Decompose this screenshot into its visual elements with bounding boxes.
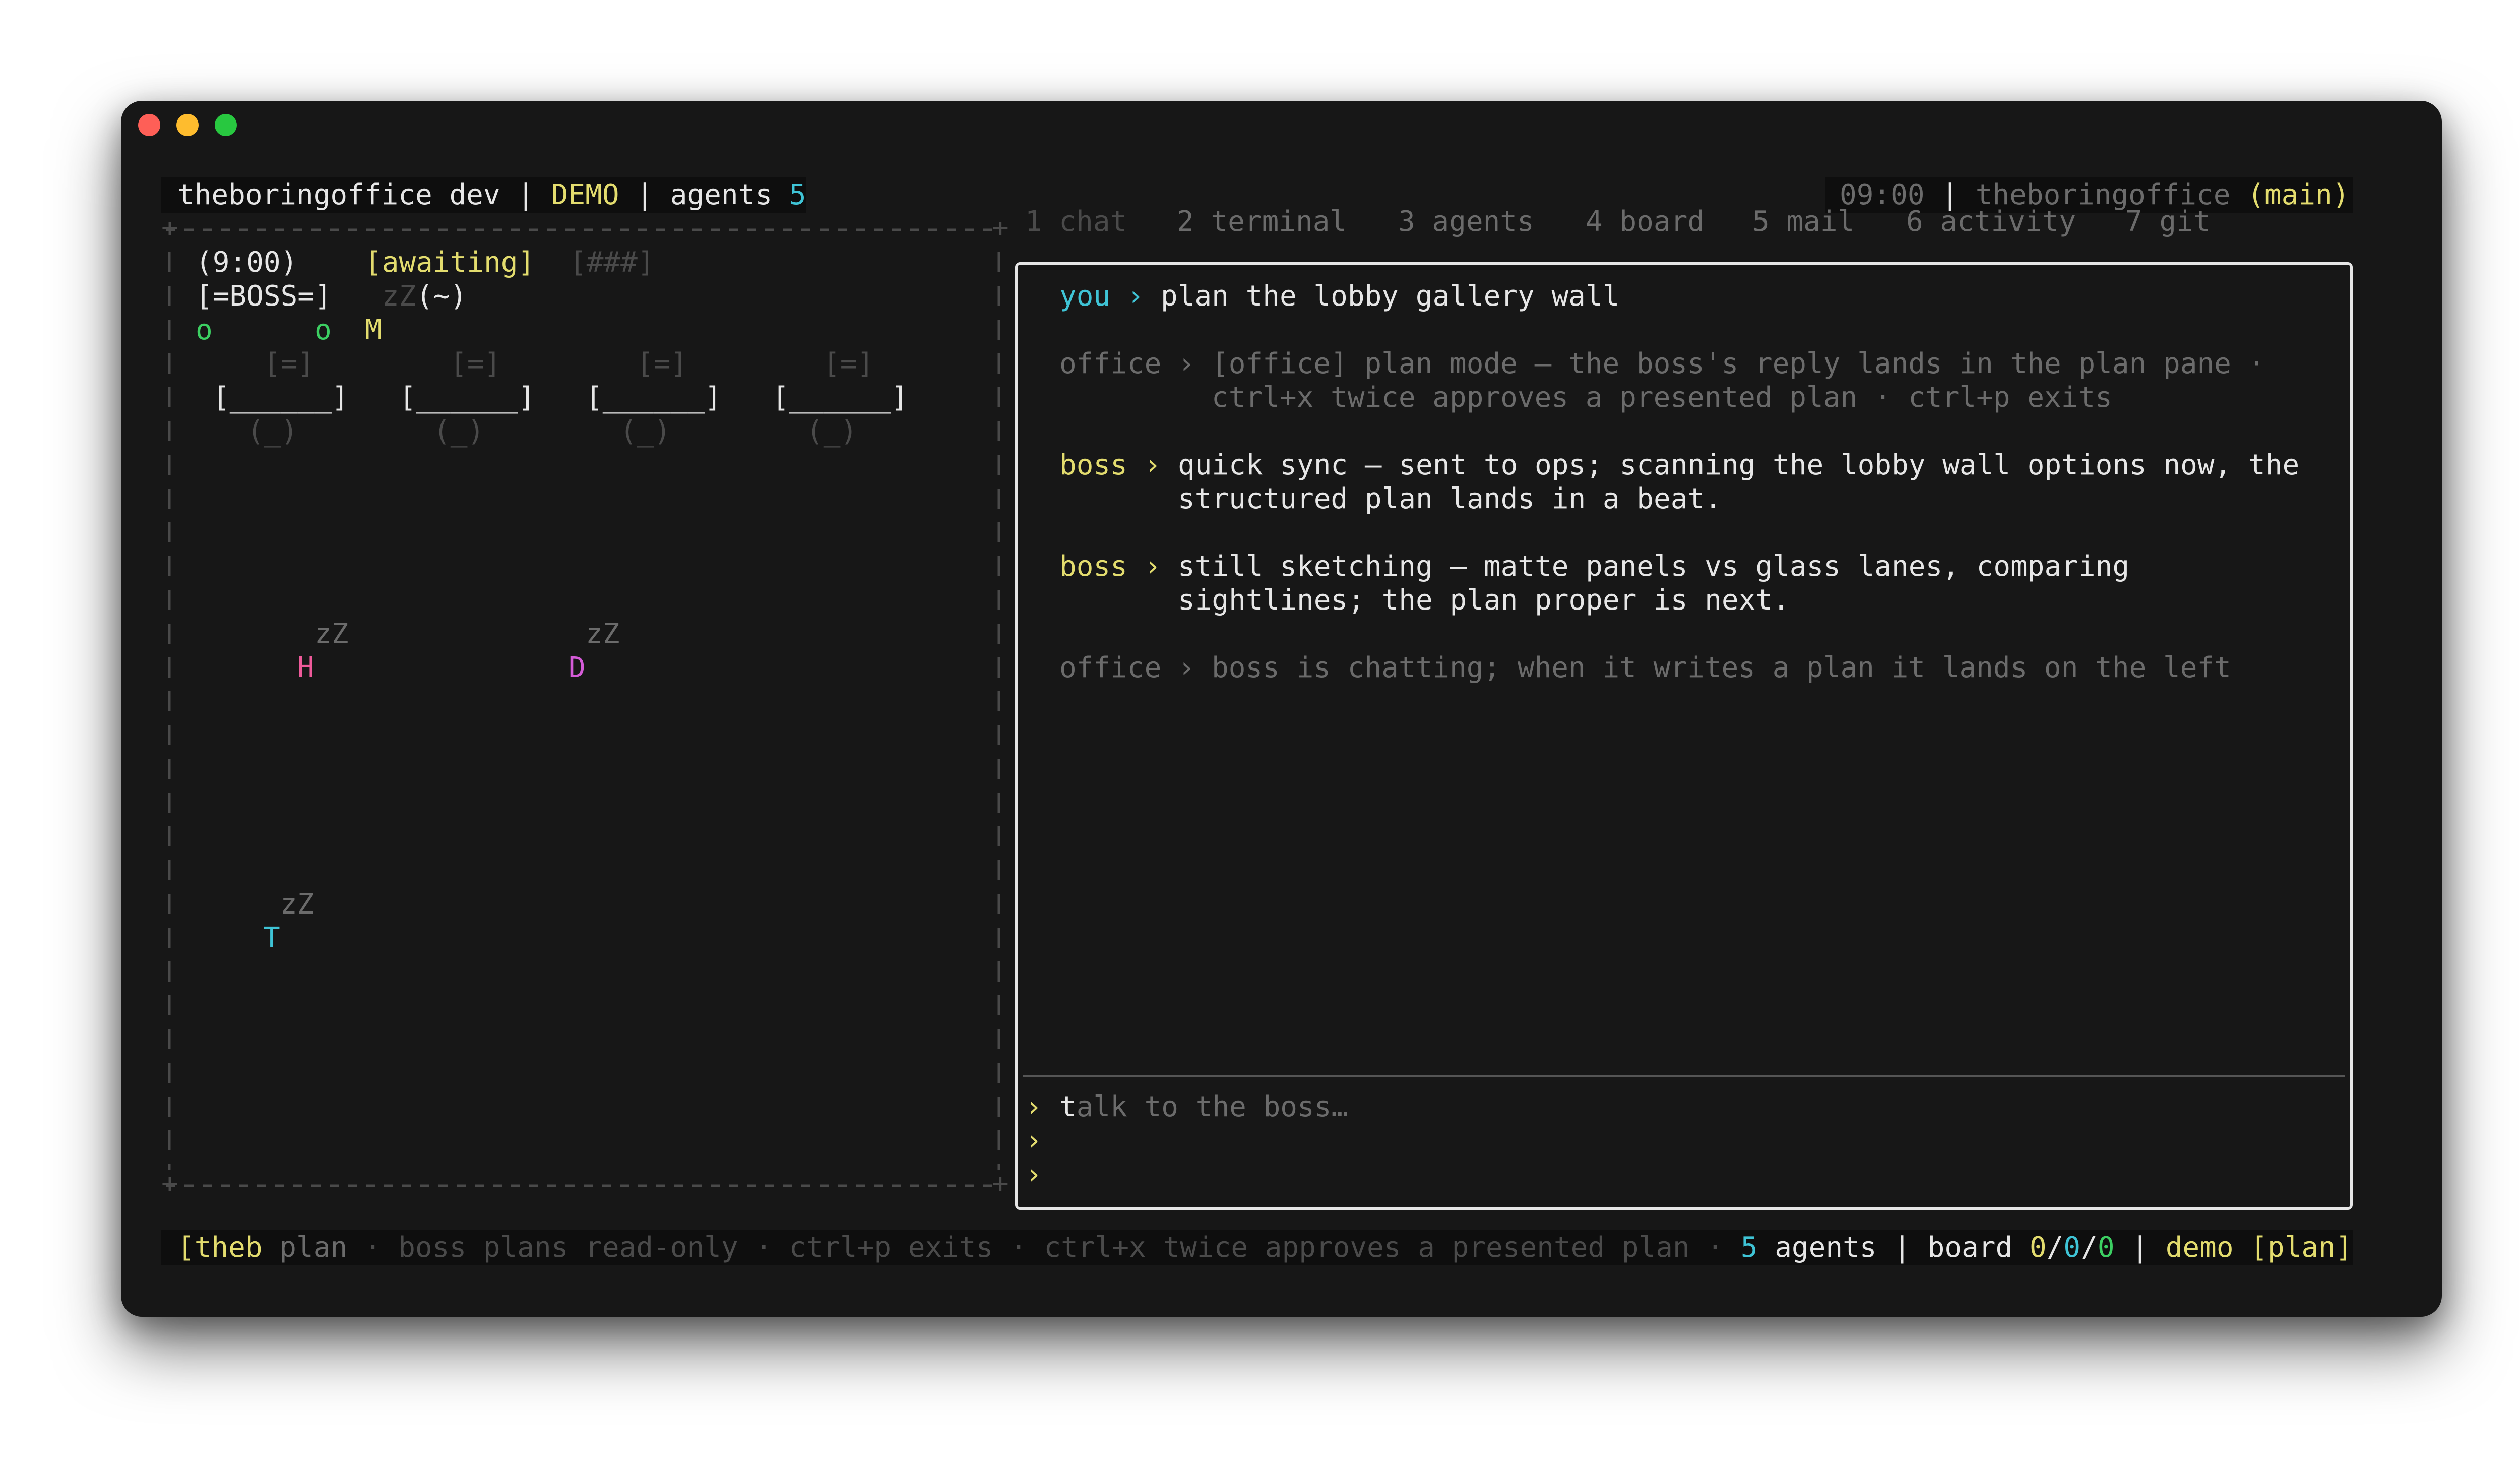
- message-text: boss is chatting; when it writes a plan …: [1212, 651, 2231, 684]
- tab-activity[interactable]: 6 activity: [1906, 205, 2076, 238]
- terminal-window: theboringoffice dev | DEMO | agents 5 09…: [121, 101, 2442, 1317]
- agent-t: T: [263, 922, 280, 954]
- message-arrow: ›: [1127, 280, 1144, 313]
- monitor-1: [=]: [264, 347, 315, 380]
- message-arrow: ›: [1144, 449, 1161, 481]
- tab-mail[interactable]: 5 mail: [1752, 205, 1854, 238]
- maximize-window-button[interactable]: [215, 114, 237, 136]
- input-placeholder: alk to the boss…: [1076, 1090, 1349, 1123]
- desk-3: [______]: [586, 381, 722, 414]
- board-count-c: 0: [2097, 1231, 2115, 1264]
- header-sep: |: [500, 178, 551, 211]
- message-text: structured plan lands in a beat.: [1178, 482, 1722, 515]
- message-text: ctrl+x twice approves a presented plan ·…: [1212, 381, 2112, 414]
- minimize-window-button[interactable]: [176, 114, 199, 136]
- board-slash: /: [2046, 1231, 2064, 1264]
- chair-1: (_): [247, 415, 298, 448]
- status-hint: · boss plans read-only · ctrl+p exits · …: [347, 1231, 1741, 1264]
- message-speaker: boss: [1059, 550, 1127, 583]
- tab-board[interactable]: 4 board: [1586, 205, 1705, 238]
- office-time: (9:00): [196, 246, 298, 279]
- boss-sleep-icon: zZ: [382, 280, 416, 313]
- board-count-b: 0: [2063, 1231, 2081, 1264]
- agent-count: 5: [789, 178, 806, 211]
- agent-o-2: o: [314, 314, 332, 346]
- status-badge: [theb: [177, 1231, 263, 1264]
- svg-text:+: +: [992, 1167, 1009, 1195]
- agent-m: M: [365, 314, 382, 346]
- message-speaker: office: [1059, 347, 1162, 380]
- tab-git[interactable]: 7 git: [2125, 205, 2211, 238]
- status-bar-text: [theb plan · boss plans read-only · ctrl…: [177, 1231, 2353, 1264]
- chair-4: (_): [806, 415, 858, 448]
- desk-1: [______]: [213, 381, 349, 414]
- monitor-2: [=]: [450, 347, 501, 380]
- sleep-icon-t: zZ: [280, 888, 314, 921]
- svg-text:+: +: [992, 222, 1009, 244]
- mode-label: DEMO: [551, 178, 619, 211]
- boss-desk: [=BOSS=]: [196, 280, 332, 313]
- svg-text:+: +: [161, 222, 178, 244]
- agents-label: | agents: [619, 178, 789, 211]
- board-slash: /: [2081, 1231, 2098, 1264]
- desk-2: [______]: [399, 381, 535, 414]
- chair-3: (_): [620, 415, 671, 448]
- office-status: [awaiting]: [365, 246, 535, 279]
- sleep-icon-h: zZ: [314, 618, 349, 650]
- prompt-arrow: ›: [1025, 1158, 1042, 1191]
- status-agent-count: 5: [1740, 1231, 1758, 1264]
- tab-chat[interactable]: 1 chat: [1025, 205, 1127, 238]
- tab-agents[interactable]: 3 agents: [1398, 205, 1534, 238]
- status-sep: |: [2114, 1231, 2166, 1264]
- chat-input[interactable]: talk to the boss…: [1059, 1090, 1348, 1124]
- sleep-icon-d: zZ: [586, 618, 620, 650]
- message-arrow: ›: [1144, 550, 1161, 583]
- message-arrow: ›: [1178, 651, 1195, 684]
- message-text: still sketching — matte panels vs glass …: [1178, 550, 2130, 583]
- header-left: theboringoffice dev | DEMO | agents 5: [177, 178, 806, 212]
- svg-text:+: +: [161, 1167, 178, 1195]
- monitor-3: [=]: [637, 347, 688, 380]
- prompt-arrow: ›: [1025, 1124, 1042, 1157]
- agent-d: D: [569, 651, 586, 684]
- message-speaker: you: [1059, 280, 1111, 313]
- message-text: [office] plan mode — the boss's reply la…: [1212, 347, 2265, 380]
- close-window-button[interactable]: [138, 114, 160, 136]
- chair-2: (_): [433, 415, 485, 448]
- boss-face: (~): [416, 280, 467, 313]
- message-text: plan the lobby gallery wall: [1161, 280, 1620, 313]
- board-count-a: 0: [2029, 1231, 2047, 1264]
- status-demo-plan: demo [plan]: [2165, 1231, 2353, 1264]
- boss-status: zZ(~): [382, 279, 467, 313]
- monitor-4: [=]: [823, 347, 874, 380]
- input-cursor-char: t: [1059, 1090, 1077, 1123]
- message-speaker: office: [1059, 651, 1162, 684]
- status-agents-label: agents | board: [1757, 1231, 2030, 1264]
- message-text: quick sync — sent to ops; scanning the l…: [1178, 449, 2300, 481]
- agent-o-1: o: [196, 314, 213, 346]
- prompt-arrow: ›: [1025, 1090, 1042, 1123]
- office-progress: [###]: [570, 246, 655, 279]
- tab-terminal[interactable]: 2 terminal: [1177, 205, 1347, 238]
- message-speaker: boss: [1059, 449, 1127, 481]
- message-arrow: ›: [1178, 347, 1195, 380]
- app-title: theboringoffice dev: [177, 178, 500, 211]
- status-mode: plan: [279, 1231, 348, 1264]
- input-separator: [1023, 1075, 2345, 1077]
- message-text: sightlines; the plan proper is next.: [1178, 584, 1790, 617]
- branch-name: (main): [2247, 178, 2350, 211]
- agent-h: H: [297, 651, 314, 684]
- desk-4: [______]: [772, 381, 908, 414]
